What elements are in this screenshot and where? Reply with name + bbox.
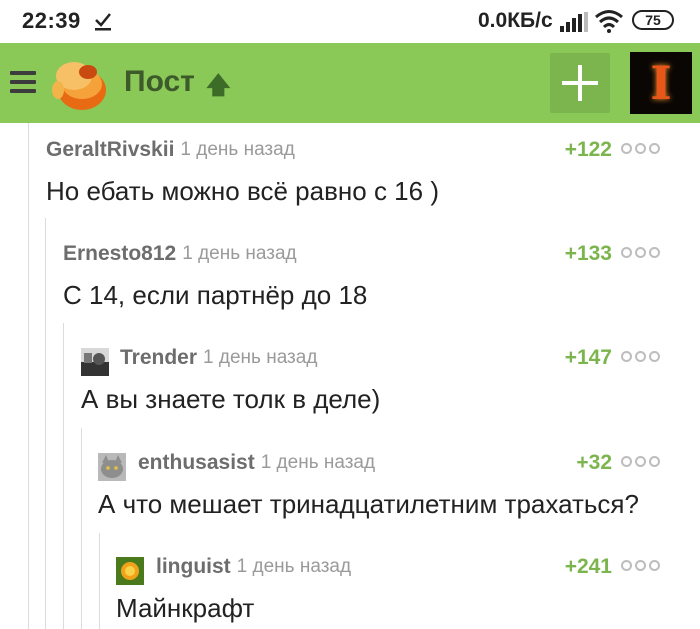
comment: linguist 1 день назад +241 Майнкрафт bbox=[116, 555, 660, 624]
pikabu-logo[interactable] bbox=[50, 54, 110, 112]
more-options-icon[interactable] bbox=[621, 351, 660, 362]
app-header: Пост 🡅 I bbox=[0, 43, 700, 123]
comment-time: 1 день назад bbox=[180, 139, 295, 160]
comment-header: Trender 1 день назад +147 bbox=[81, 346, 660, 376]
comment-text: Но ебать можно всё равно с 16 ) bbox=[46, 176, 439, 206]
more-options-icon[interactable] bbox=[621, 560, 660, 571]
comment-author[interactable]: Ernesto812 bbox=[63, 242, 176, 265]
comment: Ernesto812 1 день назад +133 С 14, если п… bbox=[63, 242, 660, 311]
comment-rating: +133 bbox=[564, 242, 612, 265]
comment-time: 1 день назад bbox=[236, 556, 352, 577]
battery-icon: 75 bbox=[632, 10, 674, 30]
wifi-icon bbox=[595, 10, 623, 33]
comment-text: А что мешает тринадцатилетним трахаться? bbox=[98, 489, 639, 519]
more-options-icon[interactable] bbox=[621, 143, 660, 154]
user-avatar[interactable]: I bbox=[630, 52, 692, 114]
thread-line bbox=[81, 428, 82, 629]
add-post-button[interactable] bbox=[550, 53, 610, 113]
comment-text: А вы знаете толк в деле) bbox=[81, 384, 381, 414]
user-avatar[interactable] bbox=[98, 453, 126, 481]
comment-rating: +32 bbox=[576, 451, 612, 474]
comment-rating: +241 bbox=[564, 555, 612, 578]
comment-text: С 14, если партнёр до 18 bbox=[63, 280, 368, 310]
comment: enthusasist 1 день назад +32 А что мешает… bbox=[98, 451, 660, 520]
arrow-up-icon[interactable]: 🡅 bbox=[206, 68, 231, 109]
avatar-letter: I bbox=[650, 56, 672, 110]
comment-author[interactable]: GeraltRivskii bbox=[46, 138, 174, 161]
thread-line bbox=[28, 123, 29, 629]
status-bar: 22:39 0.0КБ/с 75 bbox=[0, 0, 700, 43]
comment-author[interactable]: linguist bbox=[156, 555, 231, 578]
comment-time: 1 день назад bbox=[260, 452, 376, 473]
comment-time: 1 день назад bbox=[182, 243, 297, 264]
download-done-icon bbox=[93, 10, 113, 38]
thread-line bbox=[45, 218, 46, 629]
page-title: Пост bbox=[124, 65, 195, 98]
comment-rating: +147 bbox=[564, 346, 612, 369]
more-options-icon[interactable] bbox=[621, 247, 660, 258]
thread-line bbox=[99, 533, 100, 629]
thread-line bbox=[63, 323, 64, 629]
status-time: 22:39 bbox=[22, 8, 81, 33]
user-avatar[interactable] bbox=[81, 348, 109, 376]
comment-header: GeraltRivskii 1 день назад +122 bbox=[46, 138, 660, 164]
signal-bars-icon bbox=[560, 12, 588, 32]
comment-author[interactable]: Trender bbox=[120, 346, 197, 369]
comment-thread: GeraltRivskii 1 день назад +122 Но ебать … bbox=[0, 123, 700, 629]
comment-text: Майнкрафт bbox=[116, 593, 255, 623]
comment-header: Ernesto812 1 день назад +133 bbox=[63, 242, 660, 268]
comment-rating: +122 bbox=[564, 138, 612, 161]
comment: GeraltRivskii 1 день назад +122 Но ебать … bbox=[46, 138, 660, 207]
comment-time: 1 день назад bbox=[203, 347, 318, 368]
comment: Trender 1 день назад +147 А вы знаете тол… bbox=[81, 346, 660, 415]
battery-level: 75 bbox=[645, 12, 661, 28]
comment-author[interactable]: enthusasist bbox=[138, 451, 255, 474]
network-speed: 0.0КБ/с bbox=[478, 9, 553, 32]
more-options-icon[interactable] bbox=[621, 456, 660, 467]
user-avatar[interactable] bbox=[116, 557, 144, 585]
hamburger-menu-icon[interactable] bbox=[10, 71, 36, 93]
comment-header: enthusasist 1 день назад +32 bbox=[98, 451, 660, 481]
comment-header: linguist 1 день назад +241 bbox=[116, 555, 660, 585]
